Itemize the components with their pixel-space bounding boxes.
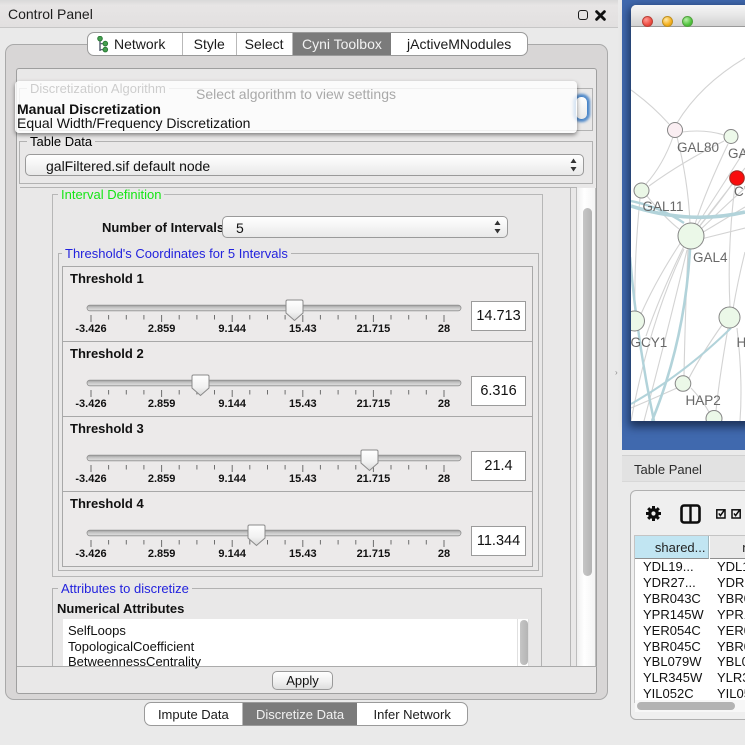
- svg-text:HAP2: HAP2: [686, 393, 721, 408]
- svg-text:H: H: [737, 335, 745, 350]
- svg-text:15.43: 15.43: [289, 473, 317, 485]
- svg-text:28: 28: [438, 323, 450, 335]
- svg-text:-3.426: -3.426: [75, 398, 106, 410]
- svg-text:15.43: 15.43: [289, 548, 317, 560]
- svg-text:21.715: 21.715: [357, 398, 391, 410]
- svg-text:GAL80: GAL80: [677, 140, 719, 155]
- svg-text:21.715: 21.715: [357, 323, 391, 335]
- svg-text:-3.426: -3.426: [75, 473, 106, 485]
- svg-text:-3.426: -3.426: [75, 323, 106, 335]
- svg-text:GCY1: GCY1: [631, 335, 667, 350]
- svg-text:28: 28: [438, 473, 450, 485]
- svg-text:GA: GA: [728, 146, 745, 161]
- svg-text:2.859: 2.859: [148, 473, 176, 485]
- svg-text:9.144: 9.144: [218, 323, 246, 335]
- svg-text:15.43: 15.43: [289, 398, 317, 410]
- svg-text:-3.426: -3.426: [75, 548, 106, 560]
- svg-text:CY: CY: [734, 184, 745, 199]
- svg-text:28: 28: [438, 398, 450, 410]
- svg-text:GAL4: GAL4: [693, 250, 728, 265]
- svg-text:9.144: 9.144: [218, 473, 246, 485]
- svg-text:15.43: 15.43: [289, 323, 317, 335]
- svg-text:2.859: 2.859: [148, 323, 176, 335]
- svg-text:9.144: 9.144: [218, 398, 246, 410]
- svg-text:2.859: 2.859: [148, 398, 176, 410]
- svg-text:21.715: 21.715: [357, 548, 391, 560]
- svg-text:9.144: 9.144: [218, 548, 246, 560]
- svg-text:28: 28: [438, 548, 450, 560]
- svg-text:21.715: 21.715: [357, 473, 391, 485]
- svg-text:GAL11: GAL11: [643, 199, 684, 214]
- svg-text:2.859: 2.859: [148, 548, 176, 560]
